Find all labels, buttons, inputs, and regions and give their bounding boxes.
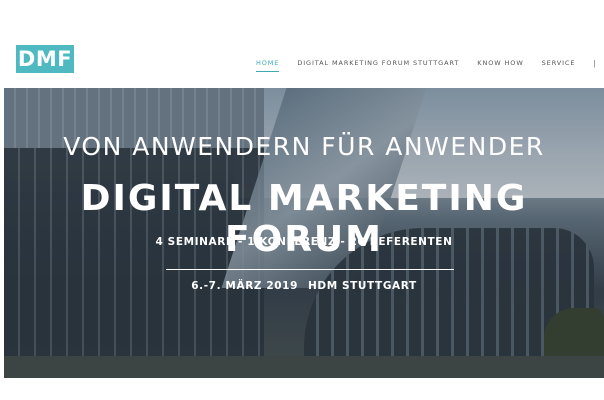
- nav-item-dmf-stuttgart[interactable]: DIGITAL MARKETING FORUM STUTTGART: [297, 59, 459, 67]
- dmf-logo[interactable]: DMF: [16, 45, 74, 73]
- site-header: DMF HOME DIGITAL MARKETING FORUM STUTTGA…: [0, 0, 604, 88]
- logo-text: DMF: [17, 47, 73, 71]
- hero-dateline: 6.-7. MÄRZ 2019 HDM STUTTGART: [4, 280, 604, 292]
- hero-tagline: VON ANWENDERN FÜR ANWENDER: [63, 132, 545, 161]
- hero-subline: 4 SEMINARE - 1 KONFERENZ - 20 REFERENTEN: [155, 236, 453, 248]
- hero-banner: VON ANWENDERN FÜR ANWENDER DIGITAL MARKE…: [4, 88, 604, 378]
- event-venue: HDM STUTTGART: [308, 280, 417, 292]
- nav-item-know-how[interactable]: KNOW HOW: [477, 59, 523, 67]
- nav-item-service[interactable]: SERVICE: [542, 59, 576, 67]
- nav-item-home[interactable]: HOME: [256, 59, 280, 72]
- main-navigation: HOME DIGITAL MARKETING FORUM STUTTGART K…: [256, 56, 604, 72]
- event-date: 6.-7. MÄRZ 2019: [191, 280, 298, 292]
- nav-separator: |: [593, 58, 596, 68]
- hero-divider: [166, 269, 454, 270]
